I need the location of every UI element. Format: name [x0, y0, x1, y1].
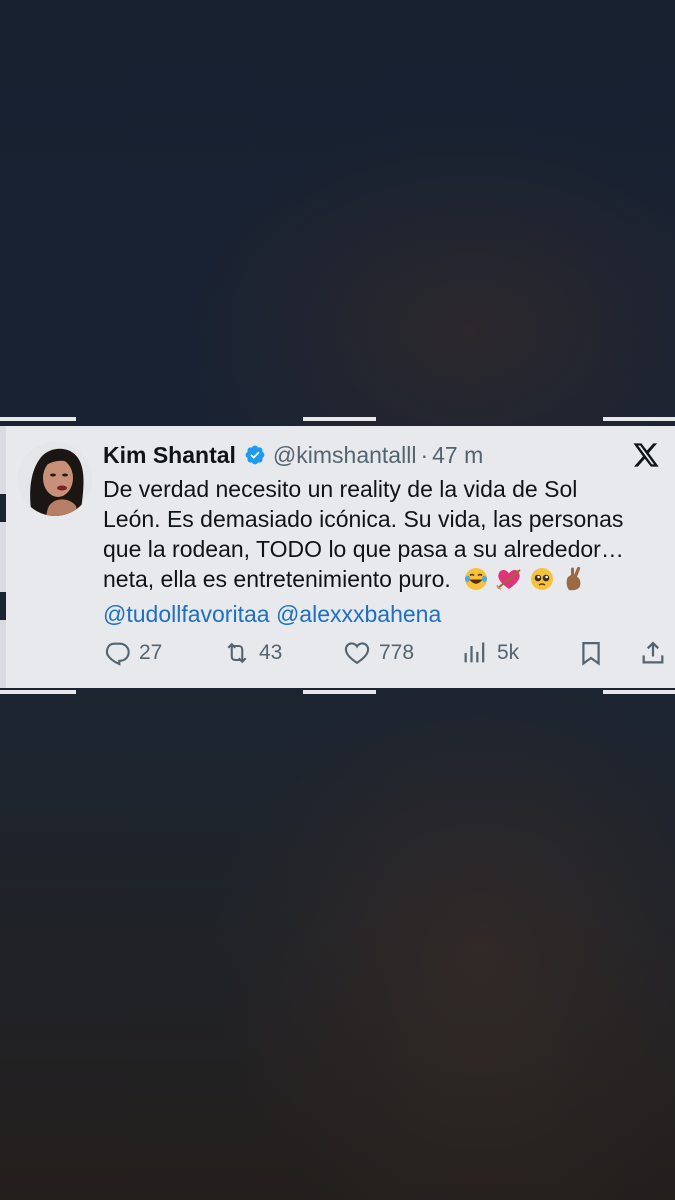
frame-mark — [0, 417, 76, 421]
repost-button[interactable]: 43 — [223, 638, 282, 668]
x-logo-icon — [633, 443, 659, 467]
pleading-face-icon — [529, 566, 555, 599]
tweet-line: De verdad necesito un reality de la vida… — [103, 476, 578, 502]
views-icon — [464, 642, 485, 663]
reply-count: 27 — [139, 641, 163, 664]
tweet-actions: 27 43 778 5k — [103, 638, 664, 668]
frame-mark — [303, 690, 376, 694]
share-icon — [642, 641, 664, 664]
views-count: 5k — [497, 641, 520, 664]
tweet-header: Kim Shantal @kimshantalll · 47 m — [103, 440, 483, 470]
author-handle[interactable]: @kimshantalll — [273, 442, 417, 469]
repost-count: 43 — [259, 641, 283, 664]
separator-dot: · — [420, 441, 429, 468]
repost-icon — [227, 642, 247, 664]
like-icon — [344, 642, 370, 665]
reply-button[interactable]: 27 — [103, 638, 162, 668]
avatar[interactable] — [18, 442, 92, 516]
frame-mark — [603, 690, 675, 694]
author-name[interactable]: Kim Shantal — [103, 442, 236, 469]
heart-with-arrow-icon — [495, 566, 523, 599]
frame-mark — [603, 417, 675, 421]
tweet-text: De verdad necesito un reality de la vida… — [103, 474, 663, 629]
tweet-line: que la rodean, TODO lo que pasa a su alr… — [103, 536, 624, 562]
like-count: 778 — [379, 641, 415, 664]
mention-link[interactable]: @alexxxbahena — [276, 601, 441, 627]
like-button[interactable]: 778 — [343, 638, 414, 668]
share-button[interactable] — [639, 638, 675, 668]
tweet-line: neta, ella es entretenimiento puro. — [103, 566, 451, 592]
tweet-line-with-emojis: neta, ella es entretenimiento puro. — [103, 564, 663, 599]
views-button[interactable]: 5k — [461, 638, 519, 668]
reply-icon — [105, 642, 130, 666]
timestamp[interactable]: 47 m — [432, 442, 483, 469]
tweet-card[interactable]: Kim Shantal @kimshantalll · 47 m De verd… — [6, 426, 675, 688]
bookmark-button[interactable] — [577, 638, 613, 668]
crossed-fingers-heart-icon — [561, 564, 587, 599]
mention-link[interactable]: @tudollfavoritaa — [103, 601, 270, 627]
frame-mark — [303, 417, 376, 421]
bookmark-icon — [582, 641, 600, 666]
frame-mark — [0, 690, 76, 694]
verified-badge-icon — [245, 445, 265, 465]
face-with-tears-of-joy-icon — [463, 566, 489, 599]
tweet-line: León. Es demasiado icónica. Su vida, las… — [103, 506, 624, 532]
tweet-mentions-line: @tudollfavoritaa @alexxxbahena — [103, 599, 663, 629]
